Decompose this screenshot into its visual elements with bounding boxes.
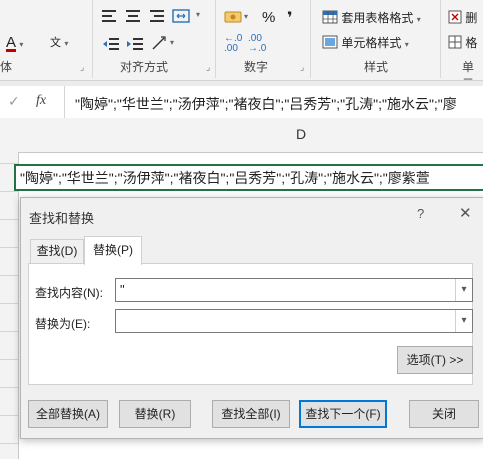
chevron-down-icon: ▾ bbox=[19, 40, 24, 49]
group-separator bbox=[440, 0, 441, 78]
styles-group-label: 样式 bbox=[364, 60, 389, 74]
chevron-down-icon[interactable]: ▾ bbox=[455, 310, 472, 332]
align-left-icon[interactable] bbox=[100, 8, 118, 24]
dialog-title: 查找和替换 bbox=[29, 211, 95, 226]
find-what-combo[interactable]: " ▾ bbox=[115, 278, 473, 302]
row-divider bbox=[0, 275, 18, 276]
format-as-table-button[interactable]: 套用表格格式 ▾ bbox=[322, 9, 421, 26]
replace-with-combo[interactable]: ▾ bbox=[115, 309, 473, 333]
find-all-label: 查找全部(I) bbox=[221, 407, 281, 421]
cell-value: "陶婷";"华世兰";"汤伊萍";"褚夜白";"吕秀芳";"孔涛";"施水云";… bbox=[20, 170, 430, 186]
increase-indent-icon[interactable] bbox=[126, 36, 144, 52]
tab-find-label: 查找(D) bbox=[36, 244, 78, 258]
increase-decimal-button[interactable]: ←.0 .00 bbox=[224, 34, 242, 54]
row-divider bbox=[0, 219, 18, 220]
cells-group-label: 单元 bbox=[462, 60, 475, 80]
delete-cells-icon bbox=[448, 10, 462, 24]
chevron-down-icon: ▾ bbox=[404, 40, 409, 49]
cell-styles-button[interactable]: 单元格样式 ▾ bbox=[322, 34, 409, 51]
delete-label: 删 bbox=[465, 11, 478, 25]
options-label: 选项(T) >> bbox=[406, 353, 464, 367]
find-next-label: 查找下一个(F) bbox=[305, 407, 381, 421]
currency-icon[interactable] bbox=[224, 10, 242, 24]
column-header-d[interactable]: D bbox=[296, 126, 306, 142]
format-cells-button[interactable]: 格 bbox=[448, 34, 477, 51]
alignment-group-label: 对齐方式 bbox=[120, 60, 169, 74]
format-cells-icon bbox=[448, 35, 462, 49]
column-header-row bbox=[0, 118, 483, 153]
group-separator bbox=[92, 0, 93, 78]
chevron-down-icon[interactable]: ▾ bbox=[244, 12, 248, 21]
group-separator bbox=[215, 0, 216, 78]
options-button[interactable]: 选项(T) >> bbox=[397, 346, 473, 374]
cell-styles-icon bbox=[322, 35, 338, 49]
replace-all-button[interactable]: 全部替换(A) bbox=[28, 400, 108, 428]
format-label: 格 bbox=[465, 36, 478, 50]
row-divider bbox=[0, 191, 18, 192]
close-label: 关闭 bbox=[431, 407, 456, 421]
merge-center-icon[interactable] bbox=[172, 8, 192, 24]
chevron-down-icon[interactable]: ▾ bbox=[170, 38, 174, 47]
close-icon[interactable]: ✕ bbox=[459, 204, 472, 222]
replace-all-label: 全部替换(A) bbox=[36, 407, 100, 421]
font-color-button[interactable]: A ▾ bbox=[6, 34, 23, 51]
find-all-button[interactable]: 查找全部(I) bbox=[212, 400, 290, 428]
font-color-letter: A bbox=[6, 34, 17, 51]
tab-replace-label: 替换(P) bbox=[93, 243, 133, 257]
row-divider bbox=[0, 331, 18, 332]
row-divider bbox=[0, 359, 18, 360]
find-replace-dialog: 查找和替换 ? ✕ 查找(D) 替换(P) 查找内容(N): " ▾ 替换为(E… bbox=[20, 197, 483, 439]
ribbon: A ▾ 文 ▾ 体 ⌟ ▾ ▾ 对齐方式 ⌟ ▾ % ❜ ←.0 .00 .00… bbox=[0, 0, 483, 81]
decrease-indent-icon[interactable] bbox=[102, 36, 120, 52]
find-what-label: 查找内容(N): bbox=[35, 286, 103, 300]
delete-cells-button[interactable]: 删 bbox=[448, 9, 477, 26]
percent-button[interactable]: % bbox=[262, 9, 275, 26]
replace-label: 替换(R) bbox=[134, 407, 176, 421]
tab-find[interactable]: 查找(D) bbox=[30, 239, 84, 263]
help-button[interactable]: ? bbox=[417, 206, 424, 221]
font-dialog-launcher-icon[interactable]: ⌟ bbox=[80, 62, 84, 73]
replace-button[interactable]: 替换(R) bbox=[119, 400, 191, 428]
align-center-icon[interactable] bbox=[124, 8, 142, 24]
phonetic-button[interactable]: 文 ▾ bbox=[50, 34, 68, 50]
table-format-icon bbox=[322, 10, 338, 24]
comma-style-button[interactable]: ❜ bbox=[287, 8, 293, 28]
find-next-button[interactable]: 查找下一个(F) bbox=[299, 400, 387, 428]
row-divider bbox=[0, 247, 18, 248]
row-divider bbox=[0, 443, 18, 444]
decrease-decimal-button[interactable]: .00 →.0 bbox=[248, 34, 266, 54]
insert-function-button[interactable]: fx bbox=[36, 93, 46, 109]
orientation-icon[interactable] bbox=[150, 34, 168, 52]
find-what-value: " bbox=[120, 282, 125, 297]
tab-replace[interactable]: 替换(P) bbox=[84, 236, 142, 265]
format-as-table-label: 套用表格格式 bbox=[341, 11, 414, 25]
font-group-label: 体 bbox=[0, 60, 13, 74]
group-separator bbox=[310, 0, 311, 78]
alignment-dialog-launcher-icon[interactable]: ⌟ bbox=[206, 62, 210, 73]
chevron-down-icon[interactable]: ▾ bbox=[196, 10, 200, 19]
enter-icon[interactable]: ✓ bbox=[8, 93, 20, 110]
close-button[interactable]: 关闭 bbox=[409, 400, 479, 428]
align-right-icon[interactable] bbox=[148, 8, 166, 24]
row-divider bbox=[0, 387, 18, 388]
replace-with-label: 替换为(E): bbox=[35, 317, 91, 331]
row-divider bbox=[0, 415, 18, 416]
formula-input[interactable]: "陶婷";"华世兰";"汤伊萍";"褚夜白";"吕秀芳";"孔涛";"施水云";… bbox=[75, 94, 457, 114]
row-header-column bbox=[0, 152, 19, 459]
wen-icon: 文 bbox=[50, 37, 61, 49]
chevron-down-icon: ▾ bbox=[416, 15, 421, 24]
chevron-down-icon[interactable]: ▾ bbox=[455, 279, 472, 301]
number-dialog-launcher-icon[interactable]: ⌟ bbox=[300, 62, 304, 73]
number-group-label: 数字 bbox=[244, 60, 269, 74]
chevron-down-icon: ▾ bbox=[64, 39, 69, 48]
row-divider bbox=[0, 303, 18, 304]
cell-styles-label: 单元格样式 bbox=[341, 36, 402, 50]
